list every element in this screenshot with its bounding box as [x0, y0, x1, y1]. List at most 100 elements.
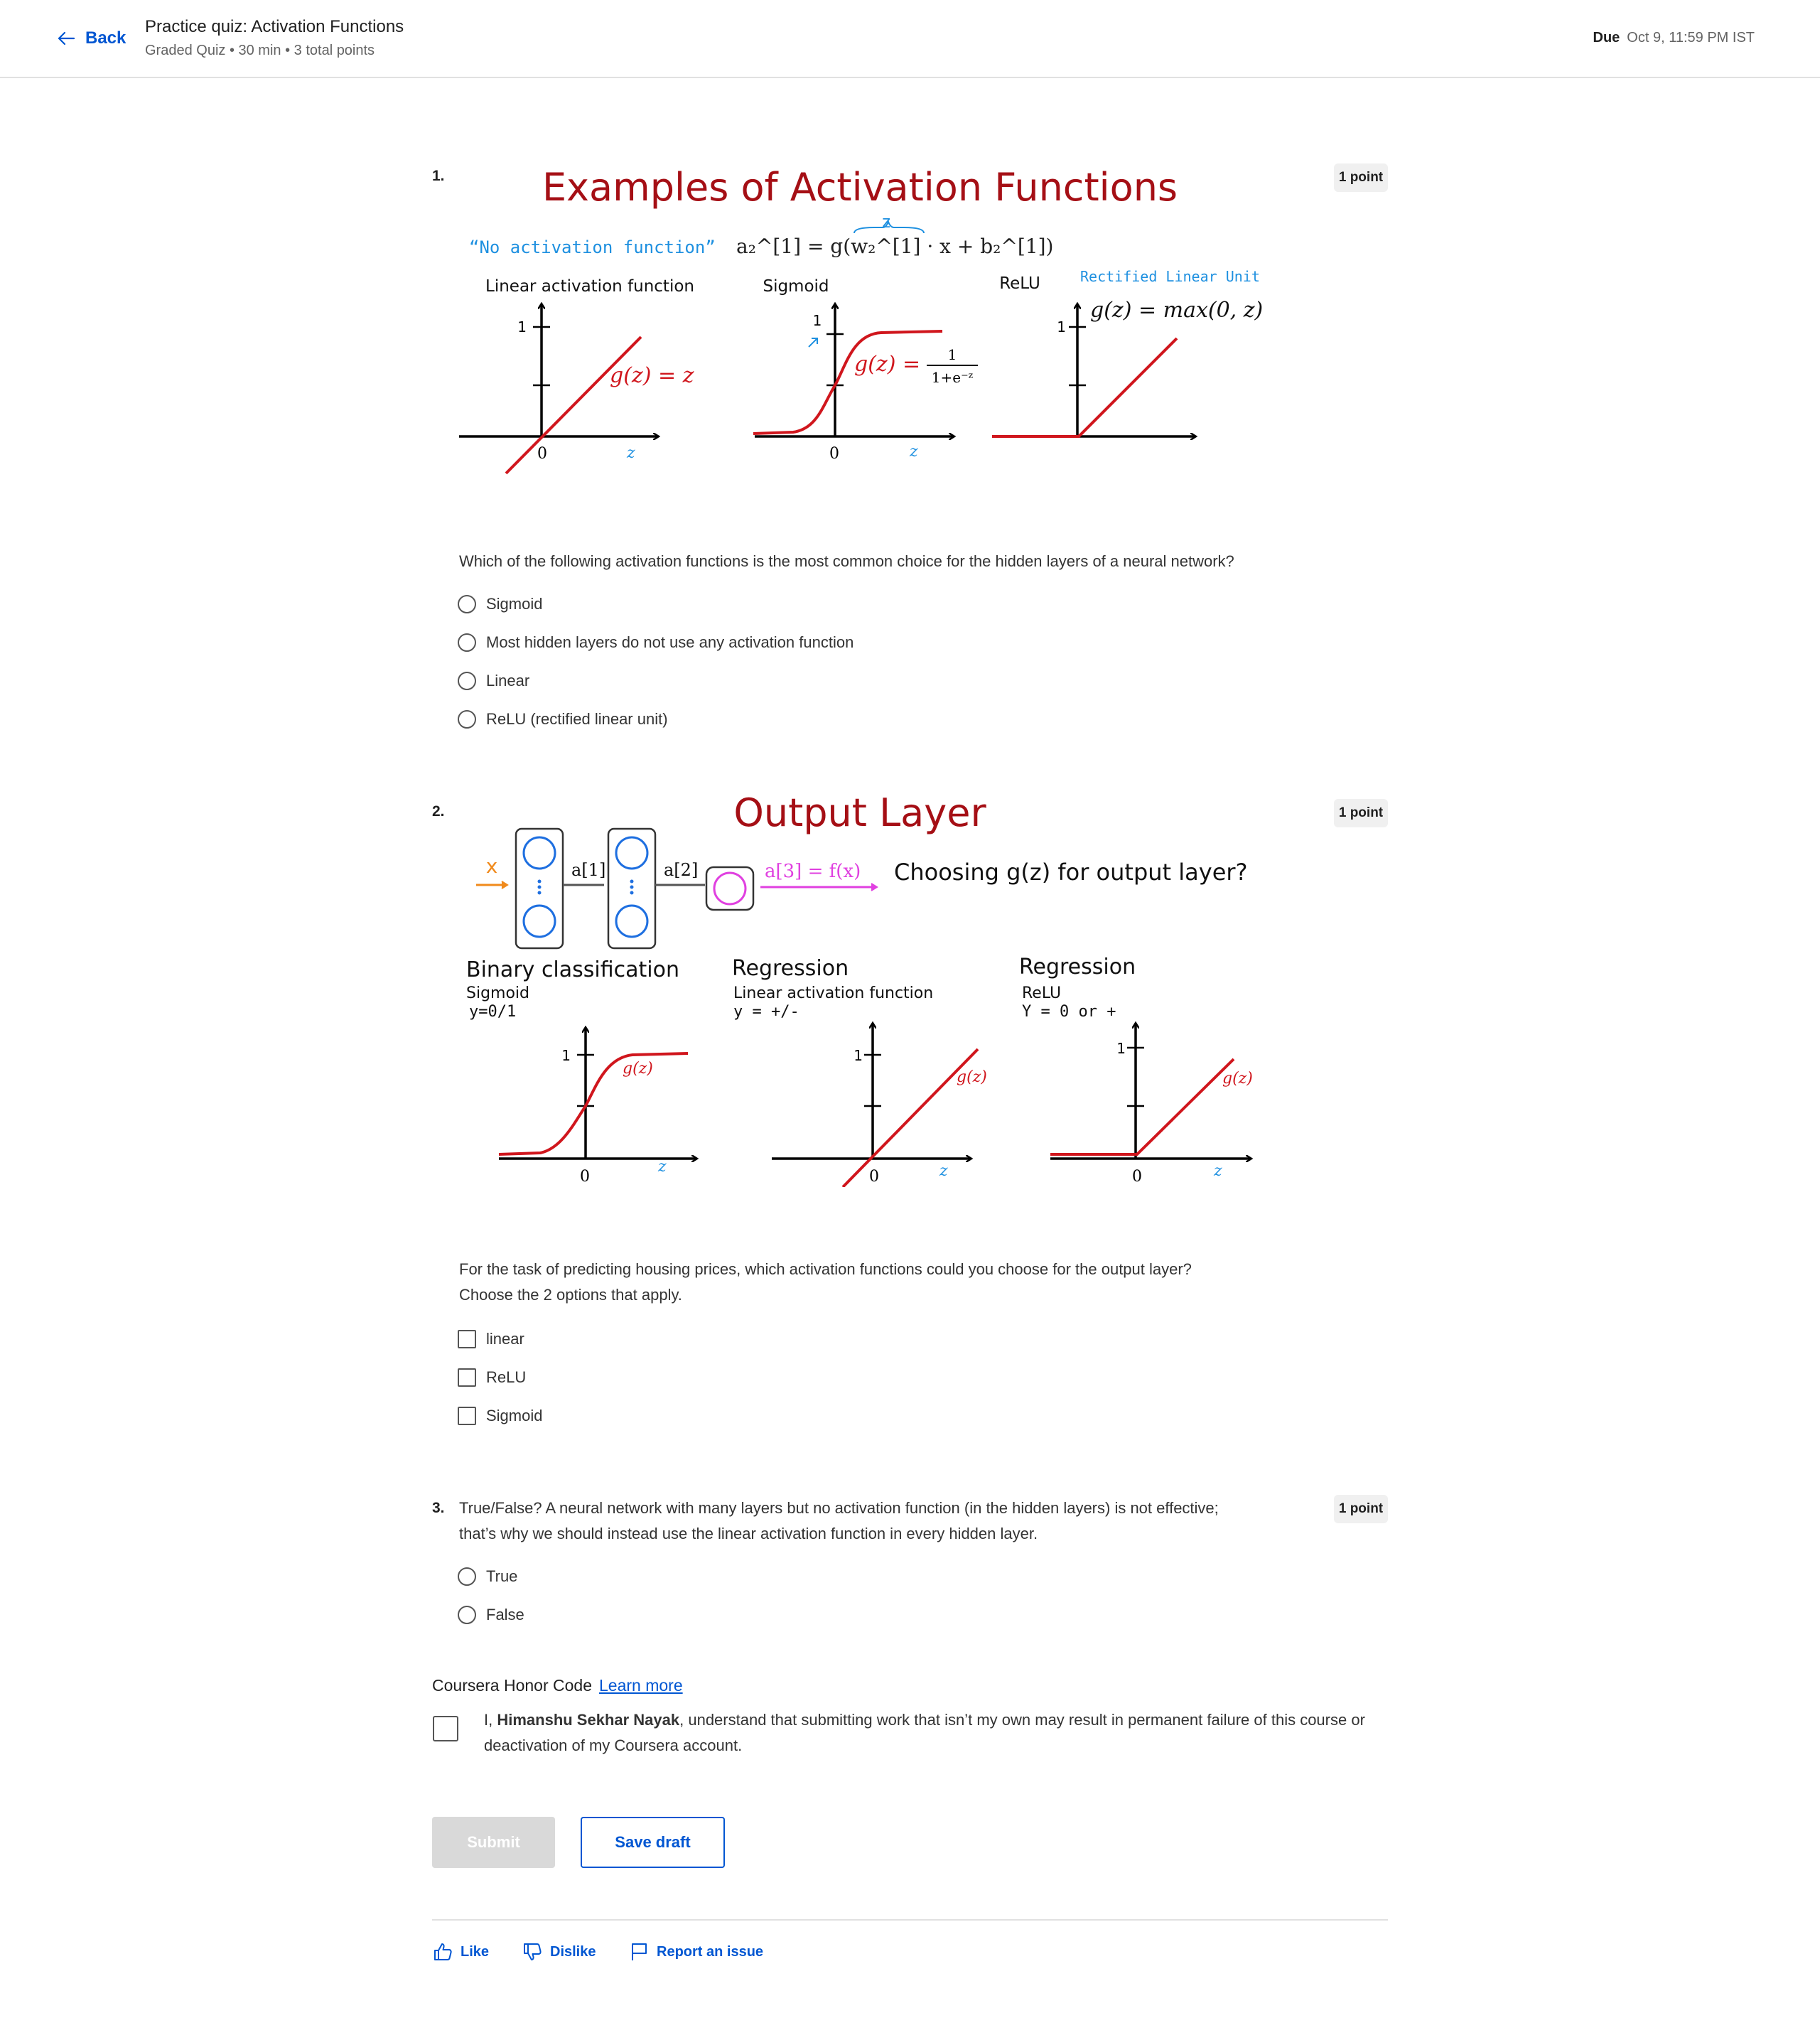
input-x-label: x [486, 854, 498, 878]
radio-button[interactable] [458, 633, 476, 652]
panel-label-sigmoid: Sigmoid [763, 277, 829, 296]
radio-option[interactable]: True [458, 1565, 517, 1588]
quiz-meta: Graded Quiz • 30 min • 3 total points [145, 43, 375, 58]
due-value: Oct 9, 11:59 PM IST [1627, 30, 1755, 45]
checkbox[interactable] [458, 1368, 476, 1387]
g-relu: g(z) = max(0, z) [1090, 298, 1263, 323]
panel1-sub2: y=0/1 [469, 1003, 516, 1021]
tick-label-one: 1 [1057, 318, 1066, 335]
points-badge: 1 point [1334, 799, 1388, 827]
a1-label: a[1] [571, 860, 605, 880]
option-label: Linear [486, 672, 530, 689]
checkbox-option[interactable]: ReLU [458, 1366, 526, 1389]
points-badge: 1 point [1334, 163, 1388, 192]
panel2-sub1: Linear activation function [733, 984, 933, 1002]
a3-equation: a[3] = f(x) [765, 861, 861, 882]
like-label: Like [461, 1943, 490, 1960]
output-layer-figure: Output Layer x a[1] a[2] a[3] = f(x) Cho… [466, 790, 1293, 1187]
g-linear: g(z) = z [610, 363, 694, 388]
thumbs-up-icon [434, 1943, 452, 1960]
radio-option[interactable]: ReLU (rectified linear unit) [458, 708, 668, 731]
back-label: Back [85, 28, 126, 48]
due-date: Due Oct 9, 11:59 PM IST [1593, 30, 1755, 46]
tick-label-zero: 0 [829, 445, 839, 463]
formula-top: a₂^[1] = g(w₂^[1] · x + b₂^[1]) [736, 235, 1053, 258]
tick-label-one: 1 [1116, 1040, 1126, 1057]
panel3-sub1: ReLU [1022, 984, 1061, 1002]
g-label: g(z) [957, 1068, 987, 1086]
save-draft-button[interactable]: Save draft [581, 1817, 725, 1868]
due-label: Due [1593, 30, 1620, 45]
radio-button[interactable] [458, 1567, 476, 1586]
checkbox[interactable] [458, 1330, 476, 1348]
checkbox-option[interactable]: linear [458, 1328, 524, 1351]
report-label: Report an issue [657, 1943, 764, 1960]
g-sigmoid-denominator: 1+e⁻ᶻ [932, 369, 974, 386]
g-sigmoid: g(z) = [854, 352, 920, 377]
radio-button[interactable] [458, 595, 476, 613]
flag-icon [632, 1943, 647, 1960]
honor-code-label: Coursera Honor Code [432, 1676, 593, 1695]
tick-label-one: 1 [561, 1047, 571, 1064]
question-prompt: For the task of predicting housing price… [459, 1257, 1192, 1308]
tick-label-zero: 0 [580, 1168, 590, 1186]
divider [432, 1919, 1388, 1921]
axis-label-z: z [939, 1162, 948, 1180]
checkbox[interactable] [458, 1407, 476, 1425]
panel2-title: Regression [732, 956, 849, 981]
radio-option[interactable]: Sigmoid [458, 593, 542, 616]
quiz-title: Practice quiz: Activation Functions [145, 17, 404, 36]
no-activation-note: “No activation function” [469, 237, 716, 257]
panel3-sub2: Y = 0 or + [1022, 1003, 1116, 1021]
option-label: Sigmoid [486, 595, 543, 613]
question-prompt: Which of the following activation functi… [459, 552, 1234, 570]
panel3-title: Regression [1019, 955, 1136, 979]
radio-button[interactable] [458, 672, 476, 690]
tick-label-zero: 0 [537, 445, 547, 463]
tick-label-zero: 0 [1132, 1168, 1142, 1186]
a2-label: a[2] [664, 860, 698, 880]
honor-code-statement: I, Himanshu Sekhar Nayak, understand tha… [484, 1707, 1386, 1759]
question-number: 2. [432, 803, 445, 820]
axis-label-z: z [909, 443, 918, 461]
question-number: 3. [432, 1500, 445, 1516]
honor-code-title: Coursera Honor Code Learn more [432, 1676, 683, 1695]
option-label: ReLU (rectified linear unit) [486, 710, 668, 728]
report-issue-button[interactable]: Report an issue [628, 1939, 763, 1965]
question-prompt-line: True/False? A neural network with many l… [459, 1499, 1219, 1517]
top-bar: Back Practice quiz: Activation Functions… [0, 0, 1820, 78]
question-prompt-line: that’s why we should instead use the lin… [459, 1525, 1038, 1542]
g-sigmoid-numerator: 1 [948, 346, 957, 363]
radio-button[interactable] [458, 1606, 476, 1624]
radio-option[interactable]: False [458, 1604, 524, 1626]
tick-label-one: 1 [813, 312, 822, 329]
option-label: Sigmoid [486, 1407, 543, 1424]
option-label: linear [486, 1330, 524, 1348]
panel-label-linear: Linear activation function [485, 277, 694, 296]
tick-label-one: 1 [854, 1047, 863, 1064]
dislike-label: Dislike [550, 1943, 596, 1960]
panel2-sub2: y = +/- [733, 1003, 799, 1021]
axis-label-z: z [657, 1158, 667, 1176]
radio-button[interactable] [458, 710, 476, 729]
tick-label-zero: 0 [869, 1168, 879, 1186]
question-prompt: True/False? A neural network with many l… [459, 1496, 1219, 1547]
like-button[interactable]: Like [432, 1939, 489, 1965]
question-number: 1. [432, 168, 445, 184]
submit-button[interactable]: Submit [432, 1817, 555, 1868]
question-prompt-line: For the task of predicting housing price… [459, 1260, 1192, 1278]
figure-title: Examples of Activation Functions [542, 165, 1178, 210]
option-label: ReLU [486, 1368, 527, 1386]
figure-title: Output Layer [733, 790, 986, 835]
learner-name: Himanshu Sekhar Nayak [497, 1711, 680, 1729]
honor-text-prefix: I, [484, 1711, 497, 1729]
back-button[interactable]: Back [55, 26, 126, 51]
radio-option[interactable]: Most hidden layers do not use any activa… [458, 631, 854, 654]
learn-more-link[interactable]: Learn more [599, 1676, 683, 1695]
panel1-sub1: Sigmoid [466, 984, 529, 1002]
checkbox-option[interactable]: Sigmoid [458, 1405, 542, 1427]
panel-label-relu: ReLU [999, 274, 1040, 293]
honor-code-checkbox[interactable] [433, 1716, 458, 1741]
dislike-button[interactable]: Dislike [522, 1939, 596, 1965]
radio-option[interactable]: Linear [458, 670, 529, 692]
